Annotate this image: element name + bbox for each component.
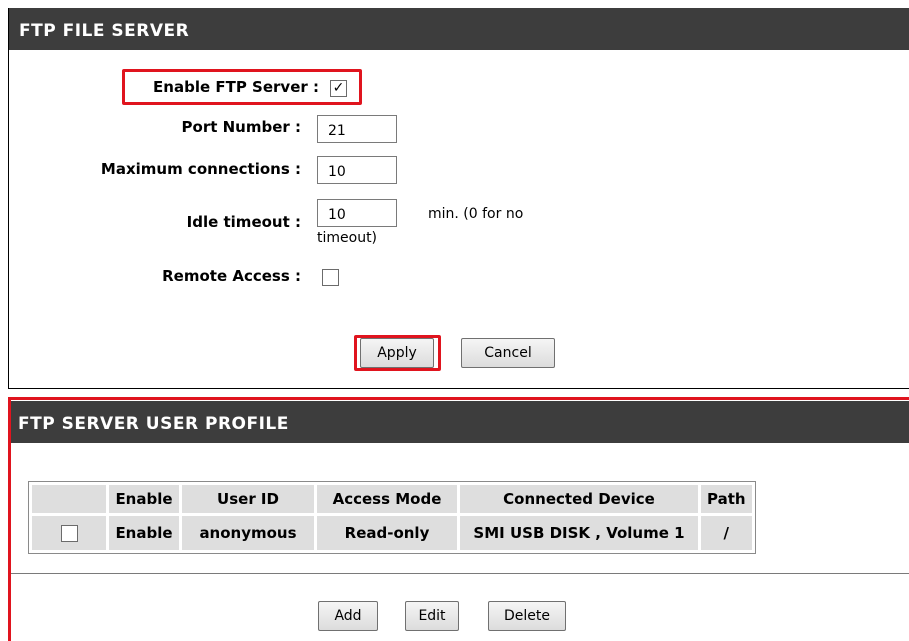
ftp-user-profile-panel: FTP SERVER USER PROFILE Enable User ID A…: [8, 395, 909, 641]
cancel-button[interactable]: Cancel: [461, 338, 555, 368]
port-number-input[interactable]: [317, 115, 397, 143]
table-row: Enable anonymous Read-only SMI USB DISK …: [32, 516, 752, 550]
row-enable: Enable: [109, 516, 179, 550]
table-header-row: Enable User ID Access Mode Connected Dev…: [32, 485, 752, 513]
idle-timeout-note: min. (0 for no: [428, 206, 524, 222]
header-select-cell: [32, 485, 106, 513]
row-select-checkbox[interactable]: [60, 525, 78, 542]
row-access-mode: Read-only: [317, 516, 457, 550]
ftp-file-server-header: FTP FILE SERVER: [9, 8, 909, 50]
port-number-label: Port Number :: [181, 118, 301, 136]
user-profile-table: Enable User ID Access Mode Connected Dev…: [28, 481, 756, 554]
ftp-file-server-panel: FTP FILE SERVER Enable FTP Server : ✓ Po…: [8, 8, 909, 389]
idle-timeout-input[interactable]: [317, 199, 397, 227]
column-header-connected-device: Connected Device: [460, 485, 698, 513]
remote-access-checkbox[interactable]: [322, 269, 339, 286]
checkmark-icon: ✓: [332, 80, 345, 96]
ftp-user-profile-header: FTP SERVER USER PROFILE: [8, 401, 909, 443]
enable-ftp-label: Enable FTP Server :: [153, 78, 319, 96]
remote-access-label: Remote Access :: [162, 267, 301, 285]
row-select-cell: [32, 516, 106, 550]
column-header-user-id: User ID: [182, 485, 314, 513]
add-button[interactable]: Add: [318, 601, 378, 631]
enable-ftp-checkbox[interactable]: ✓: [330, 80, 347, 97]
max-connections-input[interactable]: [317, 156, 397, 184]
profile-highlight-top: [8, 397, 909, 400]
edit-button[interactable]: Edit: [405, 601, 459, 631]
column-header-path: Path: [701, 485, 752, 513]
column-header-enable: Enable: [109, 485, 179, 513]
idle-timeout-label: Idle timeout :: [186, 213, 301, 231]
max-connections-label: Maximum connections :: [100, 160, 301, 178]
column-header-access-mode: Access Mode: [317, 485, 457, 513]
row-user-id: anonymous: [182, 516, 314, 550]
divider: [11, 573, 909, 574]
idle-timeout-note-cont: timeout): [317, 230, 378, 246]
row-connected-device: SMI USB DISK , Volume 1: [460, 516, 698, 550]
apply-button[interactable]: Apply: [360, 338, 434, 368]
row-path: /: [701, 516, 752, 550]
delete-button[interactable]: Delete: [488, 601, 566, 631]
profile-highlight-left: [8, 397, 11, 641]
